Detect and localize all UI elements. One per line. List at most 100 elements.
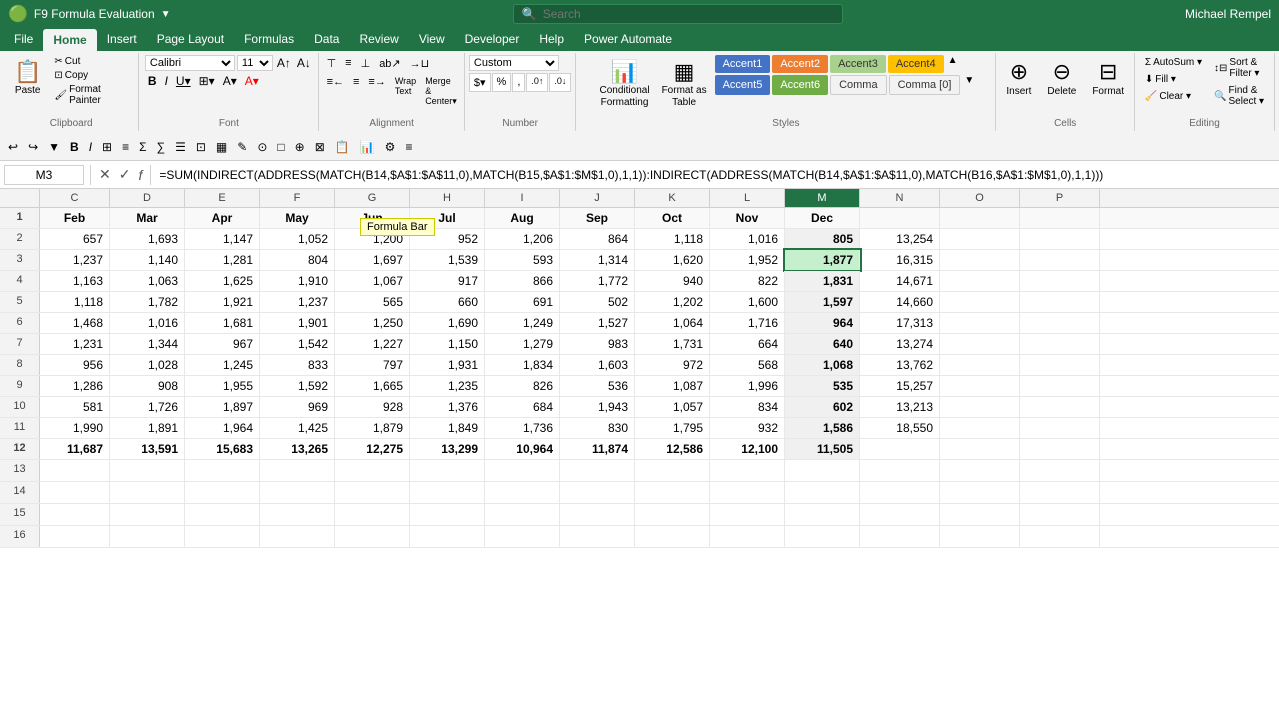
list-item[interactable]: 1,140	[110, 250, 185, 270]
list-item[interactable]: 15,257	[860, 376, 940, 396]
empty-cell[interactable]	[185, 504, 260, 525]
list-item[interactable]: 11,505	[785, 439, 860, 459]
list-item[interactable]	[940, 418, 1020, 438]
col-header-H[interactable]: H	[410, 189, 485, 207]
tab-help[interactable]: Help	[529, 28, 574, 51]
list-item[interactable]: 805	[785, 229, 860, 249]
font-color-button[interactable]: A▾	[242, 73, 262, 89]
empty-cell[interactable]	[335, 460, 410, 481]
number-format-select[interactable]: Custom	[469, 55, 559, 71]
accent1-button[interactable]: Accent1	[715, 55, 771, 73]
align-top-button[interactable]: ⊤	[323, 55, 341, 72]
align-bottom-button[interactable]: ⊥	[357, 55, 375, 72]
list-item[interactable]: 565	[335, 292, 410, 312]
tb-border[interactable]: ⊞	[98, 138, 116, 156]
list-item[interactable]: 1,964	[185, 418, 260, 438]
list-item[interactable]: 1,897	[185, 397, 260, 417]
col-header-M[interactable]: M	[785, 189, 860, 207]
undo-button[interactable]: ↩	[4, 138, 22, 156]
title-bar-search[interactable]: 🔍	[171, 4, 1185, 24]
sort-filter-button[interactable]: ↕⊟ Sort &Filter ▾	[1210, 55, 1268, 81]
list-item[interactable]: 17,313	[860, 313, 940, 333]
empty-cell[interactable]	[635, 460, 710, 481]
list-item[interactable]	[940, 271, 1020, 291]
empty-cell[interactable]	[940, 504, 1020, 525]
list-item[interactable]: 1,250	[335, 313, 410, 333]
fill-button[interactable]: ⬇ Fill ▾	[1141, 72, 1180, 87]
list-item[interactable]	[940, 355, 1020, 375]
list-item[interactable]: 684	[485, 397, 560, 417]
month-sep[interactable]: Sep	[560, 208, 635, 228]
list-item[interactable]: 1,344	[110, 334, 185, 354]
list-item[interactable]: 917	[410, 271, 485, 291]
col-header-D[interactable]: D	[110, 189, 185, 207]
tb-sum[interactable]: Σ	[135, 138, 150, 156]
empty-cell[interactable]	[110, 504, 185, 525]
list-item[interactable]: 1,539	[410, 250, 485, 270]
list-item[interactable]: 1,425	[260, 418, 335, 438]
col-header-I[interactable]: I	[485, 189, 560, 207]
list-item[interactable]: 1,697	[335, 250, 410, 270]
tb-italic[interactable]: I	[85, 138, 96, 156]
empty-cell[interactable]	[940, 482, 1020, 503]
empty-cell[interactable]	[635, 504, 710, 525]
empty-cell[interactable]	[785, 504, 860, 525]
styles-scroll-up[interactable]: ▲	[946, 55, 960, 73]
list-item[interactable]: 956	[40, 355, 110, 375]
tb-settings[interactable]: ⚙	[381, 138, 400, 156]
list-item[interactable]: 1,227	[335, 334, 410, 354]
tb-table[interactable]: ▦	[212, 138, 231, 156]
empty-cell[interactable]	[40, 460, 110, 481]
list-item[interactable]: 13,265	[260, 439, 335, 459]
empty-cell[interactable]	[410, 526, 485, 547]
list-item[interactable]: 568	[710, 355, 785, 375]
list-item[interactable]: 11,687	[40, 439, 110, 459]
name-box[interactable]	[4, 165, 84, 185]
clear-button[interactable]: 🧹 Clear ▾	[1141, 89, 1195, 104]
list-item[interactable]: 1,592	[260, 376, 335, 396]
empty-cell[interactable]	[260, 504, 335, 525]
redo-button[interactable]: ↪	[24, 138, 42, 156]
month-mar[interactable]: Mar	[110, 208, 185, 228]
list-item[interactable]: 972	[635, 355, 710, 375]
list-item[interactable]: 928	[335, 397, 410, 417]
list-item[interactable]: 1,891	[110, 418, 185, 438]
list-item[interactable]: 964	[785, 313, 860, 333]
list-item[interactable]: 1,955	[185, 376, 260, 396]
copy-button[interactable]: ⊡ Copy	[51, 69, 134, 82]
list-item[interactable]: 1,163	[40, 271, 110, 291]
list-item[interactable]: 13,591	[110, 439, 185, 459]
format-as-table-button[interactable]: ▦ Format asTable	[658, 55, 711, 113]
list-item[interactable]	[940, 376, 1020, 396]
list-item[interactable]	[1020, 292, 1100, 312]
find-select-button[interactable]: 🔍 Find &Select ▾	[1210, 83, 1268, 109]
list-item[interactable]: 1,690	[410, 313, 485, 333]
list-item[interactable]: 1,921	[185, 292, 260, 312]
tb-dropdown[interactable]: ▼	[44, 138, 64, 156]
tb-bold[interactable]: B	[66, 138, 83, 156]
list-item[interactable]	[940, 334, 1020, 354]
delete-button[interactable]: ⊖ Delete	[1041, 55, 1082, 101]
tb-square[interactable]: □	[273, 138, 288, 156]
empty-cell[interactable]	[335, 504, 410, 525]
list-item[interactable]: 1,016	[110, 313, 185, 333]
paste-button[interactable]: 📋 Paste	[8, 55, 47, 100]
list-item[interactable]: 581	[40, 397, 110, 417]
empty-cell[interactable]	[940, 460, 1020, 481]
list-item[interactable]: 1,990	[40, 418, 110, 438]
empty-cell[interactable]	[40, 526, 110, 547]
list-item[interactable]: 1,202	[635, 292, 710, 312]
bold-button[interactable]: B	[145, 73, 160, 89]
empty-cell[interactable]	[185, 526, 260, 547]
list-item[interactable]	[1020, 271, 1100, 291]
empty-cell[interactable]	[560, 526, 635, 547]
list-item[interactable]: 932	[710, 418, 785, 438]
empty-cell[interactable]	[560, 482, 635, 503]
empty-cell[interactable]	[485, 504, 560, 525]
list-item[interactable]	[940, 439, 1020, 459]
list-item[interactable]	[1020, 313, 1100, 333]
list-item[interactable]: 1,943	[560, 397, 635, 417]
list-item[interactable]: 983	[560, 334, 635, 354]
col-header-E[interactable]: E	[185, 189, 260, 207]
empty-cell[interactable]	[860, 460, 940, 481]
